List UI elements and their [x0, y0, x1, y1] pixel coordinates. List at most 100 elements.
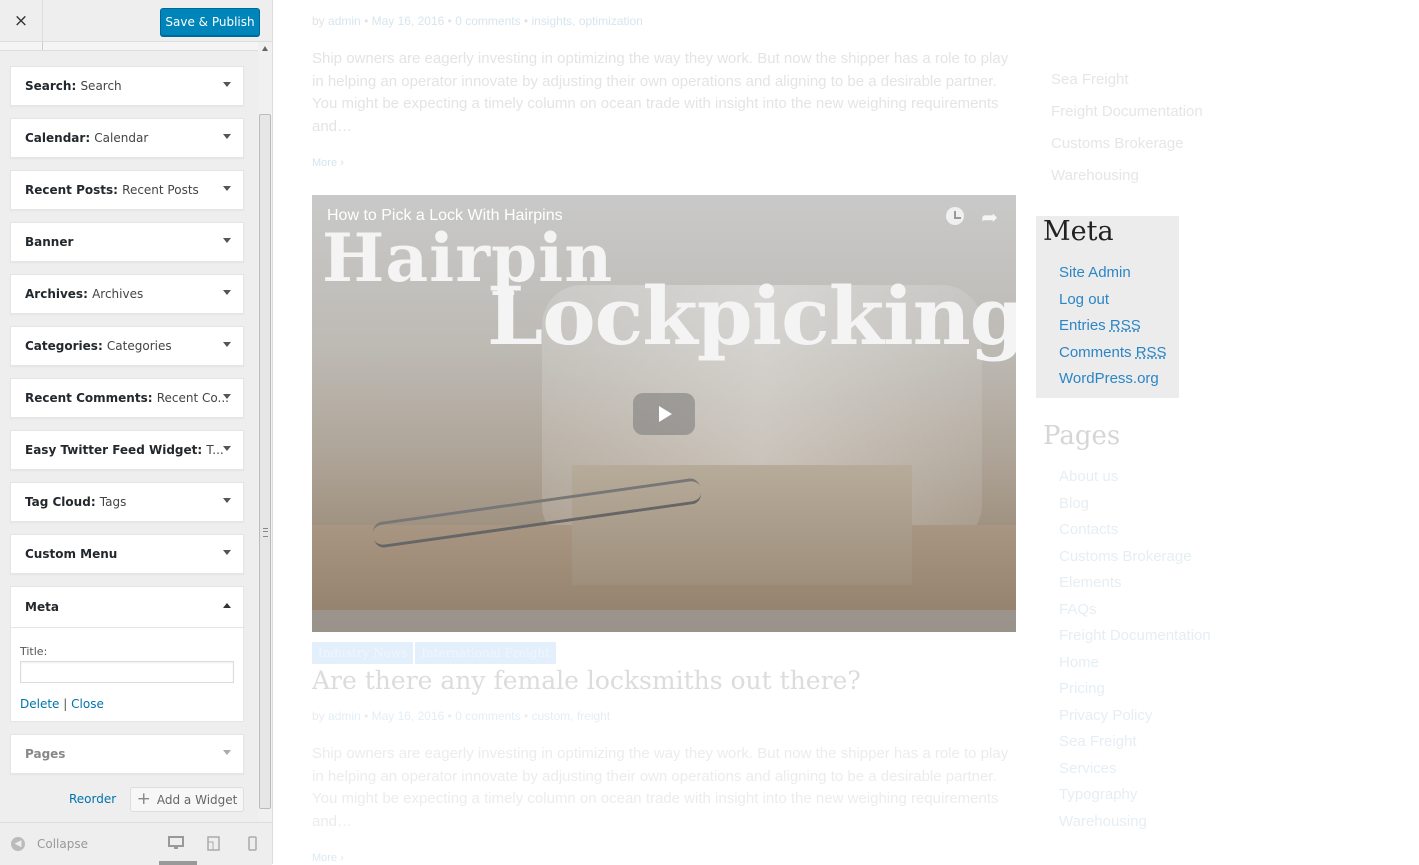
site-preview: by admin • May 16, 2016 • 0 comments • i… [273, 0, 1419, 864]
widget-instance-title: Tags [99, 495, 127, 509]
page-link[interactable]: Privacy Policy [1059, 706, 1211, 733]
category-link[interactable]: Warehousing [1051, 164, 1203, 196]
delete-widget-link[interactable]: Delete [20, 697, 59, 711]
page-link[interactable]: About us [1059, 467, 1211, 494]
widget-pages[interactable]: Pages [10, 734, 244, 774]
share-icon[interactable]: ➦ [981, 205, 998, 230]
page-link[interactable]: Typography [1059, 785, 1211, 812]
title-field[interactable] [20, 661, 234, 683]
category-link[interactable]: Sea Freight [1051, 68, 1203, 100]
widget-calendar[interactable]: Calendar: Calendar [10, 118, 244, 158]
widget-type: Recent Comments [25, 391, 148, 405]
reorder-link[interactable]: Reorder [69, 792, 116, 806]
expand-arrow-icon[interactable] [223, 446, 231, 451]
page-link[interactable]: Contacts [1059, 520, 1211, 547]
expand-arrow-icon[interactable] [223, 238, 231, 243]
customizer-sidebar: × Save & Publish Search: Search Calendar… [0, 0, 273, 865]
author-link[interactable]: admin [328, 14, 361, 28]
widget-tag-cloud[interactable]: Tag Cloud: Tags [10, 482, 244, 522]
link-separator: | [63, 697, 68, 711]
expand-arrow-icon[interactable] [223, 342, 231, 347]
category-link[interactable]: Freight Documentation [1051, 100, 1203, 132]
widget-type: Search [25, 79, 72, 93]
page-link[interactable]: Sea Freight [1059, 732, 1211, 759]
widget-search[interactable]: Search: Search [10, 66, 244, 106]
post-categories: Industry News International Freight [312, 642, 556, 664]
post-tags[interactable]: insights, optimization [531, 14, 642, 28]
video-embed[interactable]: Hairpin Lockpicking How to Pick a Lock W… [312, 195, 1016, 632]
post-excerpt: Ship owners are eagerly investing in opt… [312, 50, 1009, 135]
expand-arrow-icon[interactable] [223, 186, 231, 191]
post-date[interactable]: May 16, 2016 [372, 709, 445, 723]
play-button[interactable] [633, 393, 695, 435]
widget-meta-header[interactable]: Meta [11, 587, 243, 628]
plus-icon: + [136, 789, 151, 809]
scrollbar-thumb[interactable] [259, 114, 271, 809]
add-widget-button[interactable]: + Add a Widget [130, 787, 244, 812]
post-title[interactable]: Are there any female locksmiths out ther… [312, 666, 861, 695]
save-publish-button[interactable]: Save & Publish [160, 8, 260, 36]
page-link[interactable]: Customs Brokerage [1059, 547, 1211, 574]
customizer-footer: ◀ Collapse [0, 822, 272, 865]
site-admin-link[interactable]: Site Admin [1059, 263, 1167, 290]
widget-easy-twitter-feed[interactable]: Easy Twitter Feed Widget: T... [10, 430, 244, 470]
post-date[interactable]: May 16, 2016 [372, 14, 445, 28]
category-tag[interactable]: International Freight [415, 642, 556, 664]
pages-list: About us Blog Contacts Customs Brokerage… [1059, 467, 1211, 838]
close-widget-link[interactable]: Close [71, 697, 104, 711]
category-link[interactable]: Customs Brokerage [1051, 132, 1203, 164]
widget-type: Easy Twitter Feed Widget [25, 443, 198, 457]
expand-arrow-icon[interactable] [223, 550, 231, 555]
page-link[interactable]: Blog [1059, 494, 1211, 521]
page-link[interactable]: Home [1059, 653, 1211, 680]
pages-widget-title: Pages [1043, 421, 1121, 451]
meta-widget-title: Meta [1043, 216, 1114, 247]
post-tags[interactable]: custom, freight [531, 709, 610, 723]
widget-custom-menu[interactable]: Custom Menu [10, 534, 244, 574]
expand-arrow-icon[interactable] [223, 82, 231, 87]
video-thumbnail-subtitle: Lockpicking [487, 269, 1016, 363]
widget-instance-title: Search [80, 79, 122, 93]
collapse-button[interactable]: Collapse [37, 837, 88, 851]
author-link[interactable]: admin [328, 709, 361, 723]
page-link[interactable]: FAQs [1059, 600, 1211, 627]
tablet-preview-icon[interactable] [207, 836, 220, 855]
widget-instance-title: T... [206, 443, 224, 457]
page-link[interactable]: Freight Documentation [1059, 626, 1211, 653]
expand-arrow-icon[interactable] [223, 290, 231, 295]
log-out-link[interactable]: Log out [1059, 290, 1167, 317]
desktop-preview-icon[interactable] [168, 836, 184, 854]
close-customizer-button[interactable]: × [0, 0, 43, 41]
expand-arrow-icon[interactable] [223, 498, 231, 503]
widget-categories[interactable]: Categories: Categories [10, 326, 244, 366]
page-link[interactable]: Services [1059, 759, 1211, 786]
expand-arrow-icon[interactable] [223, 394, 231, 399]
page-link[interactable]: Pricing [1059, 679, 1211, 706]
expand-arrow-icon[interactable] [223, 750, 231, 755]
video-title[interactable]: How to Pick a Lock With Hairpins [327, 207, 563, 225]
collapse-arrow-icon[interactable] [223, 603, 231, 608]
scroll-up-arrow-icon[interactable] [262, 46, 268, 51]
widget-type: Meta [25, 600, 59, 614]
widget-recent-posts[interactable]: Recent Posts: Recent Posts [10, 170, 244, 210]
sidebar-scrollbar[interactable] [258, 42, 272, 822]
widget-type: Archives [25, 287, 84, 301]
entries-rss-link[interactable]: Entries RSS [1059, 316, 1167, 343]
widget-archives[interactable]: Archives: Archives [10, 274, 244, 314]
more-link[interactable]: More › [312, 852, 344, 864]
comments-link[interactable]: 0 comments [455, 709, 520, 723]
page-link[interactable]: Warehousing [1059, 812, 1211, 839]
comments-link[interactable]: 0 comments [455, 14, 520, 28]
page-link[interactable]: Elements [1059, 573, 1211, 600]
more-link[interactable]: More › [312, 157, 344, 169]
widget-banner[interactable]: Banner [10, 222, 244, 262]
mobile-preview-icon[interactable] [248, 836, 257, 855]
collapse-arrow-icon[interactable]: ◀ [11, 837, 25, 851]
watch-later-icon[interactable] [946, 207, 964, 225]
category-tag[interactable]: Industry News [312, 642, 414, 664]
widget-recent-comments[interactable]: Recent Comments: Recent Co... [10, 378, 244, 418]
widget-instance-title: Categories [106, 339, 172, 353]
expand-arrow-icon[interactable] [223, 134, 231, 139]
comments-rss-link[interactable]: Comments RSS [1059, 343, 1167, 370]
wordpress-org-link[interactable]: WordPress.org [1059, 369, 1167, 396]
